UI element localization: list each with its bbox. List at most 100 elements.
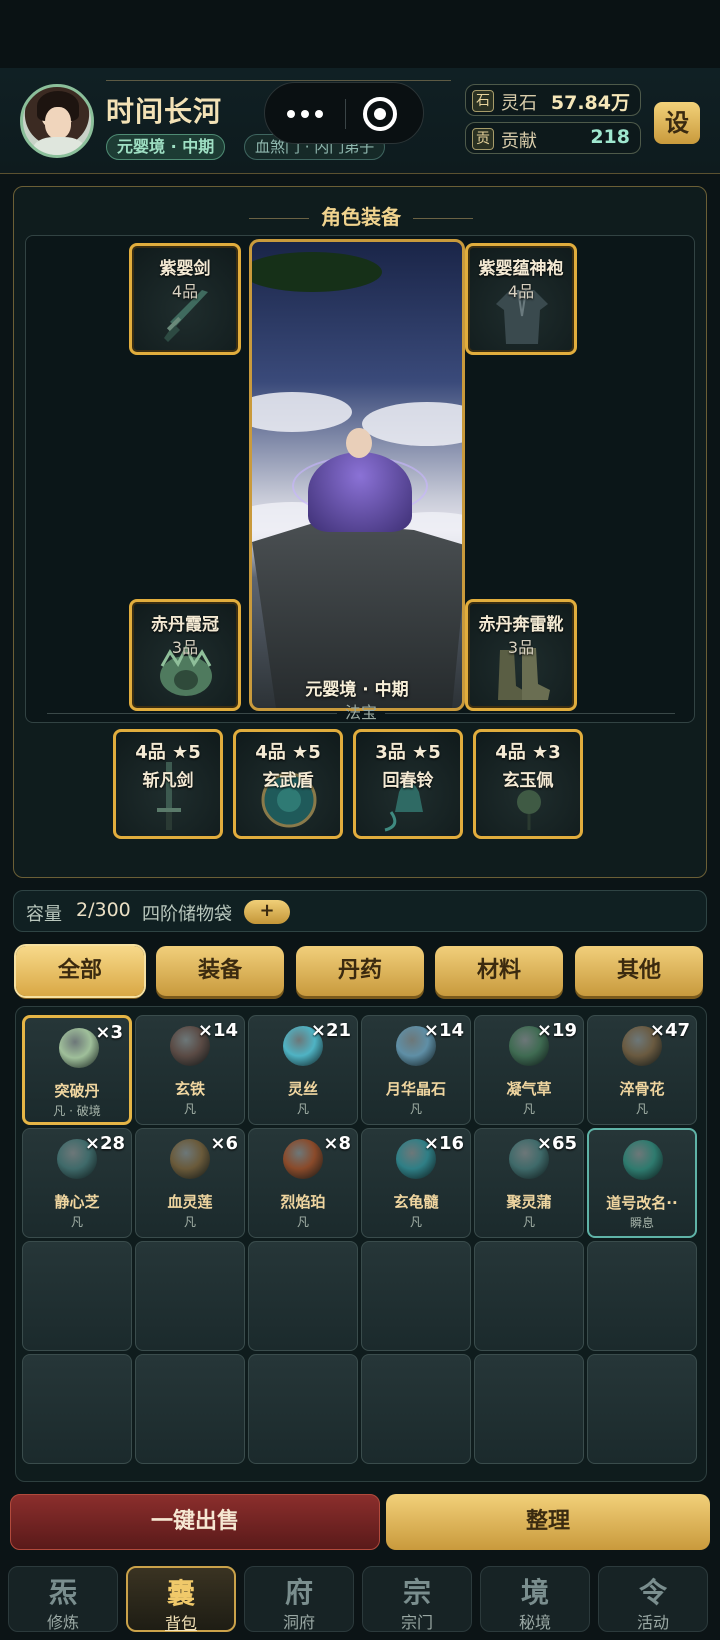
nav-icon: 炁 — [48, 1576, 77, 1609]
fabao-grade: 4品 ★5 — [135, 742, 201, 763]
item-name: 血灵莲 — [167, 1193, 213, 1211]
resource-value: 57.84万 — [550, 92, 630, 114]
item-count: ×28 — [84, 1133, 125, 1154]
inventory-item[interactable]: ×19 凝气草凡 — [474, 1015, 584, 1125]
slot-grade: 3品 — [171, 638, 199, 657]
miniprogram-capsule — [264, 82, 424, 144]
item-count: ×3 — [95, 1022, 123, 1043]
slot-name: 紫婴剑 — [159, 259, 211, 279]
item-count: ×16 — [423, 1133, 464, 1154]
storage-bag-name: 四阶储物袋 — [142, 904, 232, 925]
inventory-item[interactable]: ×8 烈焰珀凡 — [248, 1128, 358, 1238]
empty-slot[interactable] — [22, 1354, 132, 1464]
player-name: 时间长河 — [106, 95, 223, 128]
nav-label: 秘境 — [518, 1613, 551, 1632]
item-name: 玄龟髓 — [393, 1193, 439, 1211]
empty-slot[interactable] — [361, 1241, 471, 1351]
item-icon — [623, 1140, 663, 1180]
empty-slot[interactable] — [587, 1241, 697, 1351]
inventory-item[interactable]: ×3 突破丹凡 · 破境 — [22, 1015, 132, 1125]
close-miniprogram-icon[interactable] — [363, 97, 397, 131]
tab-other[interactable]: 其他 — [575, 946, 703, 996]
nav-4[interactable]: 境秘境 — [480, 1566, 590, 1632]
fabao-grade: 4品 ★3 — [495, 742, 561, 763]
empty-slot[interactable] — [22, 1241, 132, 1351]
fabao-slot-3[interactable]: 3品 ★5 回春铃 — [353, 729, 463, 839]
inventory-item[interactable]: ×21 灵丝凡 — [248, 1015, 358, 1125]
tab-materials[interactable]: 材料 — [435, 946, 563, 996]
empty-slot[interactable] — [135, 1354, 245, 1464]
equip-slot-weapon[interactable]: 紫婴剑 4品 — [129, 243, 241, 355]
empty-slot[interactable] — [474, 1354, 584, 1464]
item-quality: 凡 — [522, 1215, 535, 1229]
equip-slot-robe[interactable]: 紫婴蕴神袍 4品 — [465, 243, 577, 355]
empty-slot[interactable] — [587, 1354, 697, 1464]
nav-icon: 令 — [638, 1576, 667, 1609]
inventory-item[interactable]: ×65 聚灵蒲凡 — [474, 1128, 584, 1238]
fabao-name: 回春铃 — [382, 771, 434, 791]
item-name: 聚灵蒲 — [506, 1193, 552, 1211]
inventory-item[interactable]: ×6 血灵莲凡 — [135, 1128, 245, 1238]
portrait-caption: 元婴境 · 中期 — [305, 680, 409, 700]
fabao-slot-4[interactable]: 4品 ★3 玄玉佩 — [473, 729, 583, 839]
tab-all[interactable]: 全部 — [16, 946, 144, 996]
nav-1[interactable]: 囊背包 — [126, 1566, 236, 1633]
item-icon — [170, 1139, 210, 1179]
capacity-value: 2/300 — [76, 899, 131, 921]
item-name: 月华晶石 — [385, 1080, 446, 1098]
nav-label: 宗门 — [400, 1613, 433, 1632]
expand-capacity-button[interactable]: + — [244, 900, 290, 924]
empty-slot[interactable] — [474, 1241, 584, 1351]
tab-pills[interactable]: 丹药 — [296, 946, 424, 996]
equip-slot-boots[interactable]: 赤丹奔雷靴 3品 — [465, 599, 577, 711]
sell-all-button[interactable]: 一键出售 — [10, 1494, 380, 1550]
more-icon[interactable] — [265, 83, 345, 145]
tab-equipment[interactable]: 装备 — [156, 946, 284, 996]
item-name: 烈焰珀 — [280, 1193, 326, 1211]
spirit-stone-icon: 石 — [472, 90, 494, 112]
item-quality: 凡 — [409, 1215, 422, 1229]
inventory-item[interactable]: 道号改名·· 瞬息 — [587, 1128, 697, 1238]
item-quality: 凡 — [522, 1102, 535, 1116]
inventory-item[interactable]: ×16 玄龟髓凡 — [361, 1128, 471, 1238]
item-name: 道号改名·· — [606, 1194, 678, 1212]
fabao-name: 玄武盾 — [262, 771, 314, 791]
resource-label: 灵石 — [501, 93, 537, 114]
item-name: 突破丹 — [54, 1082, 100, 1100]
fabao-grade: 3品 ★5 — [375, 742, 441, 763]
nav-label: 修炼 — [46, 1613, 79, 1632]
nav-icon: 宗 — [402, 1576, 431, 1609]
empty-slot[interactable] — [248, 1354, 358, 1464]
item-count: ×14 — [197, 1020, 238, 1041]
fabao-slot-2[interactable]: 4品 ★5 玄武盾 — [233, 729, 343, 839]
inventory-item[interactable]: ×14 玄铁凡 — [135, 1015, 245, 1125]
item-quality: 凡 — [183, 1215, 196, 1229]
equipment-title: 角色装备 — [14, 201, 708, 230]
inventory-item[interactable]: ×28 静心芝凡 — [22, 1128, 132, 1238]
nav-0[interactable]: 炁修炼 — [8, 1566, 118, 1632]
empty-slot[interactable] — [135, 1241, 245, 1351]
avatar[interactable] — [20, 84, 94, 158]
fabao-slot-1[interactable]: 4品 ★5 斩凡剑 — [113, 729, 223, 839]
item-count: ×8 — [323, 1133, 351, 1154]
resource-contribution: 贡 贡献 218 — [465, 122, 641, 154]
nav-2[interactable]: 府洞府 — [244, 1566, 354, 1632]
realm-badge: 元婴境 · 中期 — [106, 134, 226, 160]
equip-slot-crown[interactable]: 赤丹霞冠 3品 — [129, 599, 241, 711]
status-bar — [0, 0, 720, 68]
inventory-item[interactable]: ×47 淬骨花凡 — [587, 1015, 697, 1125]
slot-grade: 4品 — [171, 282, 199, 301]
item-quality: 凡 — [70, 1215, 83, 1229]
nav-3[interactable]: 宗宗门 — [362, 1566, 472, 1632]
inventory-grid: ×3 突破丹凡 · 破境 ×14 玄铁凡 ×21 灵丝凡 ×14 月华晶石凡 ×19 凝气草凡 ×4… — [15, 1006, 707, 1482]
nav-5[interactable]: 令活动 — [598, 1566, 708, 1632]
sort-button[interactable]: 整理 — [386, 1494, 710, 1550]
nav-icon: 境 — [520, 1576, 549, 1609]
item-icon — [59, 1028, 99, 1068]
item-count: ×47 — [649, 1020, 690, 1041]
empty-slot[interactable] — [361, 1354, 471, 1464]
empty-slot[interactable] — [248, 1241, 358, 1351]
inventory-item[interactable]: ×14 月华晶石凡 — [361, 1015, 471, 1125]
resource-label: 贡献 — [501, 131, 537, 152]
settings-button[interactable]: 设 — [654, 102, 700, 144]
